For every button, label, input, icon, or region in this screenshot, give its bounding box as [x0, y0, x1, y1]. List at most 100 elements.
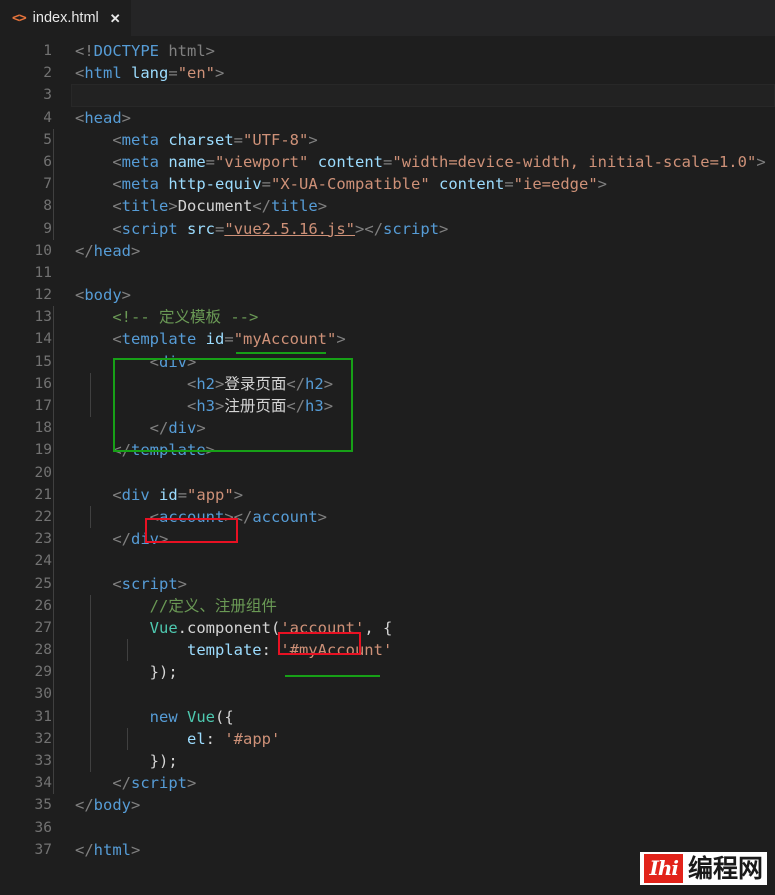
code-line: 11: [0, 262, 775, 284]
line-content: [52, 262, 775, 284]
indent-guide: [90, 594, 91, 617]
token-eq: =: [168, 64, 178, 83]
token-script-tag: script: [383, 219, 440, 238]
line-content: <!-- 定义模板 -->: [52, 306, 775, 329]
line-number: 25: [34, 575, 52, 592]
token-doctype-value: html: [159, 42, 206, 60]
line-content: <script>: [52, 572, 775, 595]
line-content: <div>: [52, 350, 775, 373]
code-editor[interactable]: 1 <!DOCTYPE html> 2 <html lang="en"> 3 4 <h…: [0, 36, 775, 895]
line-content: <meta name="viewport" content="width=dev…: [52, 150, 775, 174]
token-val-vuejs[interactable]: "vue2.5.16.js": [224, 220, 355, 238]
token-attr-src: src: [187, 219, 216, 238]
token-lt: <: [186, 397, 197, 415]
code-line: 17 <h3>注册页面</h3>: [0, 395, 775, 418]
line-number: 10: [34, 242, 52, 259]
line-content: </div>: [52, 528, 775, 551]
token-body-tag: body: [84, 286, 122, 305]
token-html-tag: html: [93, 840, 131, 859]
token-gt: >: [205, 42, 216, 60]
token-gt: >: [323, 374, 334, 393]
token-lt: <: [149, 507, 159, 526]
line-number: 2: [43, 65, 52, 82]
token-meta-tag: meta: [121, 152, 159, 171]
line-number: 6: [43, 153, 52, 170]
token-gt: >: [233, 485, 244, 504]
indent-guide: [53, 328, 54, 351]
indent-guide: [90, 750, 91, 773]
code-line-current: 3: [0, 84, 775, 107]
indent-guide: [53, 217, 54, 240]
token-gt: >: [131, 241, 141, 260]
line-content: });: [52, 661, 775, 684]
token-text-document: Document: [177, 197, 253, 216]
site-watermark: Ihi 编程网: [640, 852, 767, 885]
token-meta-tag: meta: [121, 130, 159, 149]
token-lt: <: [112, 485, 122, 504]
close-icon[interactable]: ✕: [110, 12, 121, 25]
indent-guide: [53, 594, 54, 617]
token-gt: >: [224, 507, 234, 526]
indent-guide: [53, 750, 54, 773]
line-number: 17: [34, 398, 52, 414]
tab-label: index.html: [32, 10, 99, 26]
token-body-tag: body: [93, 796, 131, 815]
indent-guide: [53, 705, 54, 728]
token-eq: =: [224, 330, 234, 349]
token-eq: =: [205, 152, 216, 171]
indent-guide: [53, 128, 54, 151]
token-div-tag: div: [159, 352, 187, 371]
token-gt: >: [168, 197, 178, 216]
line-number: 15: [34, 353, 52, 370]
token-lt: <: [149, 352, 159, 371]
token-gt: >: [355, 219, 365, 238]
line-number: 1: [43, 43, 52, 59]
token-gt: >: [323, 397, 334, 415]
code-line: 20: [0, 461, 775, 484]
token-lt-slash: </: [112, 530, 131, 549]
indent-guide: [53, 195, 54, 218]
line-content: <meta http-equiv="X-UA-Compatible" conte…: [52, 173, 775, 196]
token-lt-slash: </: [75, 840, 94, 859]
token-template-tag: template: [121, 330, 197, 349]
code-line: 1 <!DOCTYPE html>: [0, 40, 775, 62]
indent-guide: [90, 372, 91, 395]
token-lt: <: [112, 574, 122, 593]
line-number: 28: [34, 642, 52, 659]
code-line: 27 Vue.component('account', {: [0, 616, 775, 640]
token-str-hash-myaccount: '#myAccount': [280, 641, 393, 660]
line-content: </body>: [52, 794, 775, 816]
token-script-tag: script: [131, 774, 187, 793]
line-number: 30: [34, 686, 52, 703]
line-content: <h2>登录页面</h2>: [52, 372, 775, 395]
token-lt: <: [112, 130, 122, 149]
token-lt: <: [112, 330, 122, 349]
token-h3-tag: h3: [196, 397, 215, 415]
code-line: 25 <script>: [0, 572, 775, 595]
indent-guide: [53, 173, 54, 196]
code-line: 24: [0, 550, 775, 573]
tab-index-html[interactable]: <> index.html ✕: [0, 0, 131, 36]
code-line: 8 <title>Document</title>: [0, 195, 775, 218]
line-number: 13: [34, 309, 52, 326]
token-lt-slash: </: [286, 374, 306, 393]
line-content: <!DOCTYPE html>: [52, 40, 775, 62]
indent-guide: [53, 395, 54, 418]
line-content: [52, 817, 775, 839]
line-number: 7: [43, 176, 52, 193]
token-str-hash-app: '#app': [224, 729, 281, 748]
line-number: 29: [34, 664, 52, 681]
token-lt-slash: </: [75, 241, 94, 260]
indent-guide: [53, 639, 54, 662]
token-gt: >: [215, 397, 225, 415]
token-head-tag: head: [93, 241, 131, 260]
editor-tab-bar: <> index.html ✕: [0, 0, 775, 36]
code-content[interactable]: 1 <!DOCTYPE html> 2 <html lang="en"> 3 4 <h…: [0, 36, 775, 861]
line-content: <html lang="en">: [52, 62, 775, 84]
token-attr-lang: lang: [131, 64, 169, 83]
line-content: <meta charset="UTF-8">: [52, 128, 775, 151]
token-gt: >: [196, 419, 206, 438]
token-gt: >: [308, 130, 318, 149]
token-div-tag: div: [121, 485, 150, 504]
line-number: 18: [34, 420, 52, 437]
